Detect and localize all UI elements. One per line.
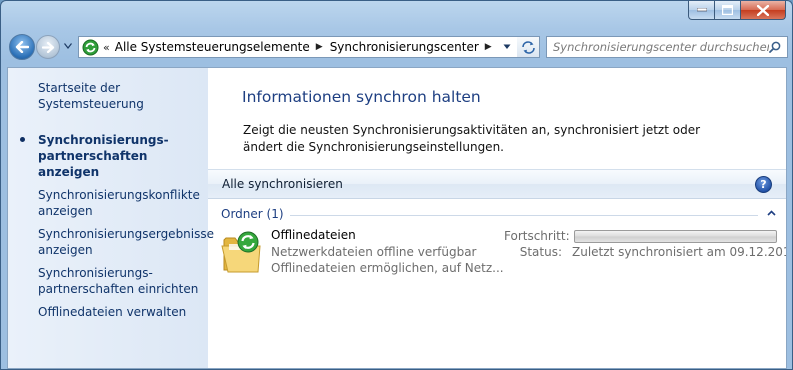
- search-input[interactable]: [553, 40, 769, 54]
- refresh-icon: [521, 40, 535, 54]
- sidebar-link-view-partnerships[interactable]: Synchronisierungs-partnerschaften anzeig…: [8, 132, 208, 180]
- breadcrumb-label: Synchronisierungscenter: [329, 40, 479, 54]
- close-icon: [757, 4, 769, 16]
- item-description: Offlinedateien ermöglichen, auf Netz...: [271, 261, 504, 275]
- forward-arrow-icon: [41, 41, 54, 53]
- search-box[interactable]: [546, 36, 788, 58]
- breadcrumb-arrow-icon[interactable]: ▶: [316, 42, 323, 52]
- content-area: Startseite der Systemsteuerung Synchroni…: [7, 67, 787, 369]
- maximize-button[interactable]: [715, 1, 741, 20]
- breadcrumb-overflow-icon[interactable]: «: [103, 41, 110, 54]
- window: « Alle Systemsteuerungselemente ▶ Synchr…: [0, 0, 793, 370]
- recent-pages-chevron-icon[interactable]: [64, 43, 72, 49]
- breadcrumb-item-control-panel[interactable]: Alle Systemsteuerungselemente ▶: [115, 40, 330, 54]
- item-name: Offlinedateien: [271, 228, 356, 242]
- sidebar-link-manage-offline-files[interactable]: Offlinedateien verwalten: [8, 304, 208, 320]
- back-button[interactable]: [9, 34, 35, 60]
- status-value: Zuletzt synchronisiert am 09.12.2011 ...: [572, 245, 786, 259]
- progress-label: Fortschritt:: [504, 229, 570, 243]
- page-title: Informationen synchron halten: [242, 88, 481, 106]
- group-header-folders[interactable]: Ordner (1): [221, 207, 778, 225]
- breadcrumb-item-sync-center[interactable]: Synchronisierungscenter ▶: [330, 40, 499, 54]
- sync-partnership-item[interactable]: Offlinedateien Netzwerkdateien offline v…: [220, 228, 786, 278]
- sidebar: Startseite der Systemsteuerung Synchroni…: [8, 68, 214, 368]
- group-label: Ordner (1): [221, 207, 290, 221]
- page-description: Zeigt die neusten Synchronisierungsaktiv…: [243, 123, 701, 154]
- status-label: Status:: [519, 245, 562, 259]
- forward-button[interactable]: [36, 35, 60, 59]
- minimize-icon: [696, 8, 707, 12]
- command-bar: Alle synchronisieren ?: [208, 169, 786, 199]
- search-icon[interactable]: [769, 41, 781, 53]
- collapse-chevron-icon[interactable]: [767, 210, 776, 216]
- sidebar-link-setup-partnerships[interactable]: Synchronisierungs-partnerschaften einric…: [8, 265, 208, 297]
- help-icon[interactable]: ?: [755, 176, 772, 193]
- address-bar[interactable]: « Alle Systemsteuerungselemente ▶ Synchr…: [78, 36, 518, 58]
- sync-center-icon: [82, 39, 99, 55]
- breadcrumb-arrow-icon[interactable]: ▶: [485, 42, 492, 52]
- main-pane: Informationen synchron halten Zeigt die …: [208, 68, 786, 368]
- offline-files-folder-icon: [221, 231, 261, 273]
- minimize-button[interactable]: [688, 1, 715, 20]
- sidebar-link-view-conflicts[interactable]: Synchronisierungskonflikte anzeigen: [8, 187, 208, 219]
- item-subtitle: Netzwerkdateien offline verfügbar: [271, 245, 477, 259]
- maximize-icon: [722, 5, 733, 15]
- close-button[interactable]: [741, 1, 786, 20]
- address-dropdown-icon[interactable]: [503, 44, 511, 50]
- back-arrow-icon: [15, 41, 29, 53]
- refresh-button[interactable]: [517, 36, 540, 58]
- progress-bar: [574, 230, 777, 243]
- sidebar-link-view-results[interactable]: Synchronisierungsergebnisse anzeigen: [8, 226, 214, 258]
- group-divider: [281, 215, 758, 216]
- sync-all-button[interactable]: Alle synchronisieren: [222, 177, 343, 191]
- caption-buttons: [688, 1, 786, 20]
- navigation-bar: « Alle Systemsteuerungselemente ▶ Synchr…: [7, 32, 788, 62]
- sidebar-link-control-panel-home[interactable]: Startseite der Systemsteuerung: [8, 80, 208, 112]
- breadcrumb-label: Alle Systemsteuerungselemente: [114, 40, 310, 54]
